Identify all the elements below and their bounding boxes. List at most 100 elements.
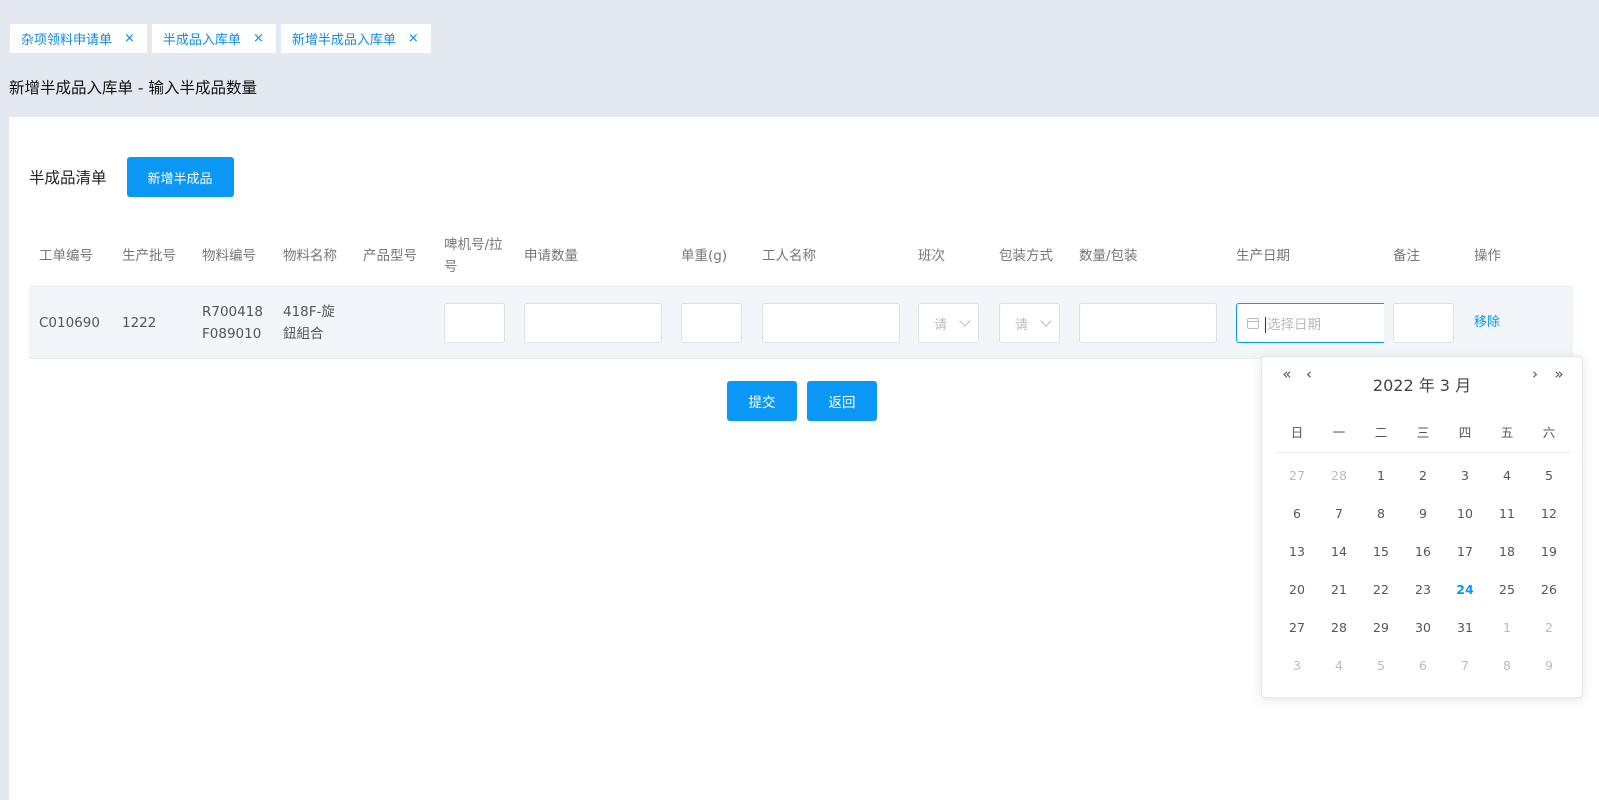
- day-cell[interactable]: 22: [1360, 571, 1402, 609]
- cell-order-no: C010690: [39, 315, 100, 331]
- th-qty-per-pack: 数量/包装: [1079, 248, 1138, 264]
- list-header: 半成品清单 新增半成品: [29, 157, 234, 197]
- th-remark: 备注: [1393, 248, 1420, 264]
- cell-batch-no: 1222: [122, 315, 157, 331]
- th-order-no: 工单编号: [39, 248, 93, 264]
- tab-label: 杂项领料申请单: [21, 33, 113, 48]
- day-cell[interactable]: 2: [1402, 457, 1444, 495]
- day-cell[interactable]: 6: [1402, 647, 1444, 685]
- table-row: C010690 1222 R700418F089010 418F-旋鈕組合 请 …: [29, 287, 1573, 359]
- day-cell[interactable]: 16: [1402, 533, 1444, 571]
- day-cell[interactable]: 4: [1486, 457, 1528, 495]
- add-semi-finished-button[interactable]: 新增半成品: [126, 157, 234, 197]
- th-product-model: 产品型号: [363, 248, 417, 264]
- close-icon[interactable]: ×: [253, 32, 264, 45]
- remark-input[interactable]: [1393, 303, 1454, 343]
- day-cell[interactable]: 27: [1276, 609, 1318, 647]
- next-month-icon[interactable]: ›: [1525, 365, 1545, 383]
- day-cell[interactable]: 8: [1486, 647, 1528, 685]
- packing-placeholder: 请: [1015, 317, 1029, 333]
- day-cell[interactable]: 1: [1486, 609, 1528, 647]
- day-cell[interactable]: 20: [1276, 571, 1318, 609]
- table-header: 工单编号 生产批号 物料编号 物料名称 产品型号 啤机号/拉号 申请数量 单重(…: [29, 225, 1573, 287]
- tab-misc-requisition[interactable]: 杂项领料申请单 ×: [9, 23, 148, 54]
- day-cell[interactable]: 7: [1444, 647, 1486, 685]
- cell-material-name: 418F-旋鈕組合: [283, 304, 335, 342]
- day-cell[interactable]: 5: [1528, 457, 1570, 495]
- weekday-label: 六: [1542, 425, 1556, 440]
- day-cell[interactable]: 10: [1444, 495, 1486, 533]
- day-cell[interactable]: 18: [1486, 533, 1528, 571]
- tab-semi-finished-inbound[interactable]: 半成品入库单 ×: [150, 23, 277, 54]
- th-material-code: 物料编号: [202, 248, 256, 264]
- machine-no-input[interactable]: [444, 303, 505, 343]
- day-cell[interactable]: 12: [1528, 495, 1570, 533]
- weekday-label: 四: [1458, 425, 1472, 440]
- cell-material-code: R700418F089010: [202, 304, 263, 342]
- weekday-label: 二: [1374, 425, 1388, 440]
- day-cell[interactable]: 7: [1318, 495, 1360, 533]
- submit-button[interactable]: 提交: [727, 381, 797, 421]
- day-cell[interactable]: 3: [1276, 647, 1318, 685]
- th-action: 操作: [1474, 248, 1501, 264]
- qty-per-pack-input[interactable]: [1079, 303, 1217, 343]
- back-button[interactable]: 返回: [807, 381, 877, 421]
- date-picker-popover: « ‹ 2022 年 3 月 › » 日一二三四五六 27 28 1 2 3 4 5 6 7 8 9…: [1261, 356, 1583, 698]
- day-cell[interactable]: 28: [1318, 457, 1360, 495]
- next-year-icon[interactable]: »: [1549, 365, 1569, 383]
- th-machine-no: 啤机号/拉号: [444, 237, 503, 275]
- unit-weight-input[interactable]: [681, 303, 742, 343]
- semi-finished-table: 工单编号 生产批号 物料编号 物料名称 产品型号 啤机号/拉号 申请数量 单重(…: [29, 225, 1573, 359]
- weekday-label: 五: [1500, 425, 1514, 440]
- th-batch-no: 生产批号: [122, 248, 176, 264]
- packing-select[interactable]: 请: [999, 303, 1060, 343]
- day-cell[interactable]: 14: [1318, 533, 1360, 571]
- tab-label: 半成品入库单: [162, 33, 241, 48]
- day-cell[interactable]: 8: [1360, 495, 1402, 533]
- th-unit-weight: 单重(g): [681, 248, 728, 264]
- remove-link[interactable]: 移除: [1474, 287, 1500, 359]
- day-cell[interactable]: 1: [1360, 457, 1402, 495]
- worker-name-input[interactable]: [762, 303, 900, 343]
- prod-date-input[interactable]: 选择日期: [1236, 303, 1384, 343]
- close-icon[interactable]: ×: [408, 32, 419, 45]
- day-cell-today[interactable]: 24: [1444, 571, 1486, 609]
- weekday-label: 三: [1416, 425, 1430, 440]
- page-title: 新增半成品入库单 - 输入半成品数量: [9, 79, 257, 97]
- chevron-down-icon: [1040, 315, 1052, 327]
- day-cell[interactable]: 30: [1402, 609, 1444, 647]
- day-cell[interactable]: 21: [1318, 571, 1360, 609]
- date-placeholder: 选择日期: [1265, 317, 1321, 333]
- day-cell[interactable]: 31: [1444, 609, 1486, 647]
- day-cell[interactable]: 15: [1360, 533, 1402, 571]
- shift-select[interactable]: 请: [918, 303, 979, 343]
- day-cell[interactable]: 4: [1318, 647, 1360, 685]
- day-cell[interactable]: 23: [1402, 571, 1444, 609]
- day-cell[interactable]: 5: [1360, 647, 1402, 685]
- day-cell[interactable]: 25: [1486, 571, 1528, 609]
- th-material-name: 物料名称: [283, 248, 337, 264]
- th-shift: 班次: [918, 248, 945, 264]
- day-cell[interactable]: 28: [1318, 609, 1360, 647]
- day-cell[interactable]: 2: [1528, 609, 1570, 647]
- day-cell[interactable]: 6: [1276, 495, 1318, 533]
- day-cell[interactable]: 17: [1444, 533, 1486, 571]
- picker-month-label[interactable]: 2022 年 3 月: [1373, 372, 1471, 396]
- th-prod-date: 生产日期: [1236, 248, 1290, 264]
- shift-placeholder: 请: [934, 317, 948, 333]
- day-cell[interactable]: 26: [1528, 571, 1570, 609]
- day-cell[interactable]: 11: [1486, 495, 1528, 533]
- day-cell[interactable]: 9: [1528, 647, 1570, 685]
- day-cell[interactable]: 27: [1276, 457, 1318, 495]
- day-cell[interactable]: 19: [1528, 533, 1570, 571]
- tab-bar: 杂项领料申请单 × 半成品入库单 × 新增半成品入库单 ×: [9, 23, 432, 54]
- day-cell[interactable]: 9: [1402, 495, 1444, 533]
- day-cell[interactable]: 29: [1360, 609, 1402, 647]
- weekday-row: 日一二三四五六: [1276, 423, 1570, 453]
- day-cell[interactable]: 3: [1444, 457, 1486, 495]
- close-icon[interactable]: ×: [124, 32, 135, 45]
- tab-new-semi-finished-inbound[interactable]: 新增半成品入库单 ×: [279, 23, 432, 54]
- th-apply-qty: 申请数量: [524, 248, 578, 264]
- apply-qty-input[interactable]: [524, 303, 662, 343]
- day-cell[interactable]: 13: [1276, 533, 1318, 571]
